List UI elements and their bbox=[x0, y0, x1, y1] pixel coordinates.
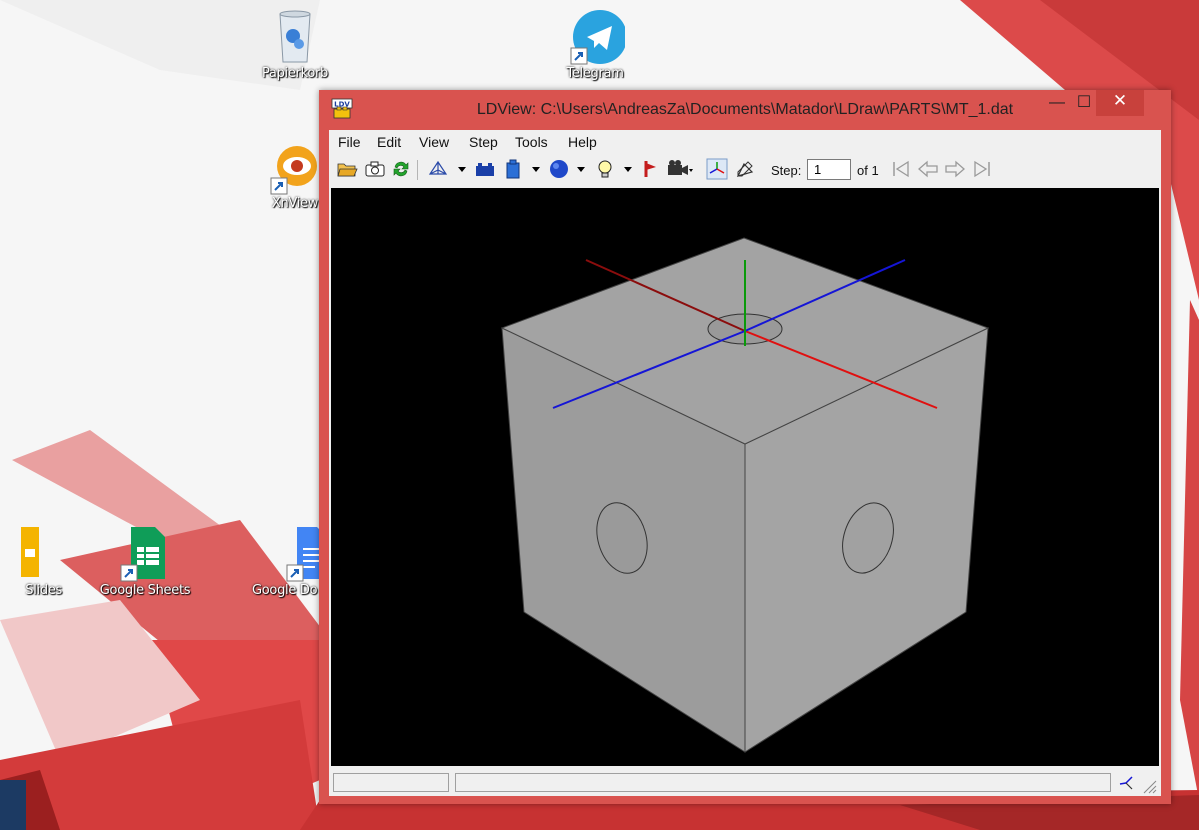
menu-tools[interactable]: Tools bbox=[515, 134, 548, 150]
google-sheets-shortcut[interactable]: Google Sheets bbox=[90, 525, 200, 598]
partial-desktop-icon[interactable] bbox=[0, 780, 26, 830]
recycle-bin-icon bbox=[279, 10, 311, 63]
next-step-icon[interactable] bbox=[944, 158, 966, 180]
bricks-icon[interactable] bbox=[474, 158, 496, 180]
prev-step-icon[interactable] bbox=[917, 158, 939, 180]
step-label: Step: bbox=[771, 163, 802, 178]
menu-help[interactable]: Help bbox=[568, 134, 597, 150]
lightbulb-icon[interactable] bbox=[594, 158, 616, 180]
sphere-icon[interactable] bbox=[548, 158, 570, 180]
ldview-window: LDV LDView: C:\Users\AndreasZa\Documents… bbox=[319, 90, 1171, 804]
camera-icon[interactable] bbox=[364, 158, 386, 180]
status-field-message bbox=[455, 773, 1111, 792]
telegram-label: Telegram bbox=[566, 66, 624, 81]
google-sheets-label: Google Sheets bbox=[99, 583, 191, 598]
maximize-button[interactable]: ☐ bbox=[1071, 92, 1097, 116]
step-total-label: of 1 bbox=[857, 163, 879, 178]
close-icon: ✕ bbox=[1112, 91, 1128, 110]
telegram-shortcut[interactable]: Telegram bbox=[540, 8, 650, 81]
status-field-progress bbox=[333, 773, 449, 792]
wireframe-icon[interactable] bbox=[427, 158, 449, 180]
axes-icon[interactable] bbox=[706, 158, 728, 180]
menu-edit[interactable]: Edit bbox=[377, 134, 401, 150]
last-step-icon[interactable] bbox=[971, 158, 993, 180]
minimize-icon: — bbox=[1049, 94, 1065, 111]
google-slides-icon bbox=[21, 527, 39, 577]
maximize-icon: ☐ bbox=[1076, 94, 1092, 111]
brick-dropdown-arrow[interactable] bbox=[532, 167, 540, 172]
sphere-dropdown-arrow[interactable] bbox=[577, 167, 585, 172]
client-area: File Edit View Step Tools Help Step: 1 o… bbox=[329, 130, 1161, 796]
reload-icon[interactable] bbox=[390, 158, 412, 180]
lightbulb-dropdown-arrow[interactable] bbox=[624, 167, 632, 172]
toolbar-separator bbox=[417, 160, 418, 180]
open-folder-icon[interactable] bbox=[336, 158, 358, 180]
bfc-icon[interactable] bbox=[640, 158, 662, 180]
google-slides-label: Slides bbox=[25, 583, 62, 598]
toolbar: Step: 1 of 1 bbox=[329, 154, 1161, 186]
title-bar[interactable]: LDV LDView: C:\Users\AndreasZa\Documents… bbox=[319, 90, 1171, 130]
xnview-icon bbox=[270, 146, 317, 195]
first-step-icon[interactable] bbox=[890, 158, 912, 180]
resize-grip-icon[interactable] bbox=[1141, 778, 1157, 794]
google-docs-icon bbox=[286, 527, 325, 582]
status-axes-icon[interactable] bbox=[1117, 774, 1135, 792]
menu-bar: File Edit View Step Tools Help bbox=[329, 130, 1161, 154]
close-button[interactable]: ✕ bbox=[1096, 90, 1144, 116]
status-bar bbox=[329, 768, 1161, 796]
model-viewport[interactable] bbox=[331, 188, 1159, 766]
examine-icon[interactable] bbox=[734, 158, 756, 180]
menu-file[interactable]: File bbox=[338, 134, 361, 150]
telegram-icon bbox=[570, 10, 625, 65]
google-sheets-icon bbox=[120, 527, 165, 582]
recycle-bin-label: Papierkorb bbox=[261, 66, 329, 81]
wireframe-dropdown-arrow[interactable] bbox=[458, 167, 466, 172]
recycle-bin-shortcut[interactable]: Papierkorb bbox=[240, 6, 350, 81]
google-slides-shortcut[interactable]: Slides bbox=[0, 525, 70, 598]
step-input[interactable]: 1 bbox=[807, 159, 851, 180]
menu-step[interactable]: Step bbox=[469, 134, 498, 150]
minimize-button[interactable]: — bbox=[1043, 92, 1071, 116]
brick-icon[interactable] bbox=[502, 158, 524, 180]
camera-view-icon[interactable] bbox=[666, 158, 694, 180]
menu-view[interactable]: View bbox=[419, 134, 449, 150]
